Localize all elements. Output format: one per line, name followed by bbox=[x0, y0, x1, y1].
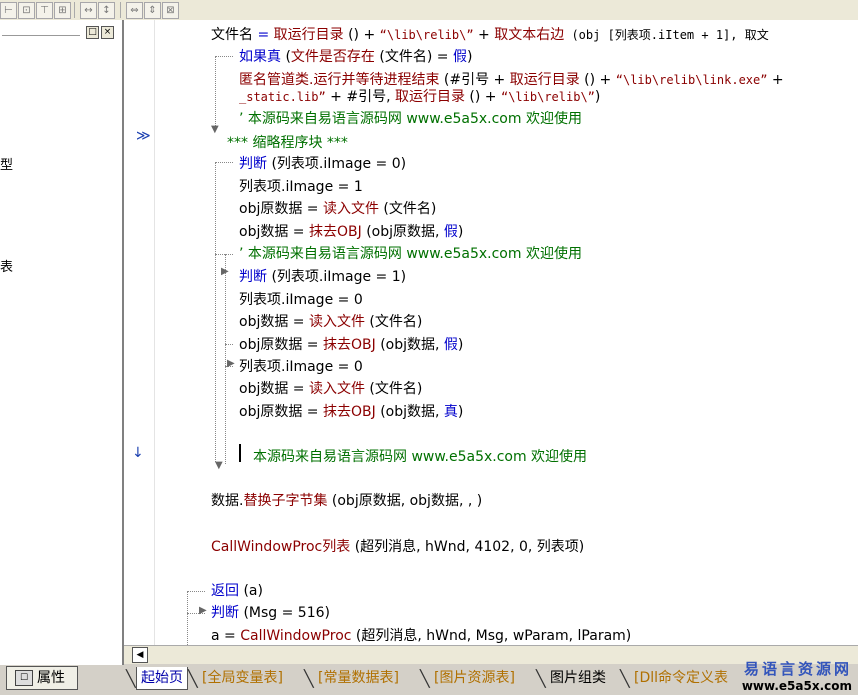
collapsed-block-line[interactable]: *** 缩略程序块 *** bbox=[227, 132, 348, 152]
code-line[interactable]: 列表项.iImage = 1 bbox=[239, 176, 363, 196]
tab-start-page[interactable]: 起始页 bbox=[136, 667, 188, 690]
code-line[interactable]: obj数据 = 读入文件 (文件名) bbox=[239, 378, 422, 398]
code-line[interactable]: 判断 (列表项.iImage = 1) bbox=[239, 266, 406, 286]
toolbar-separator bbox=[74, 2, 75, 18]
flow-end-arrow-icon: ▼ bbox=[215, 460, 223, 471]
flow-end-arrow-icon: ▼ bbox=[211, 124, 219, 135]
properties-icon: ☐ bbox=[15, 670, 33, 686]
tab-image-resources[interactable]: [图片资源表] bbox=[430, 667, 519, 689]
flow-guide bbox=[187, 591, 188, 645]
flow-guide bbox=[215, 254, 233, 255]
flow-branch-arrow-icon: ▶ bbox=[199, 605, 207, 616]
code-line[interactable]: 文件名 = 取运行目录 () + “\lib\relib\” + 取文本右边 (… bbox=[211, 24, 769, 44]
panel-grip[interactable] bbox=[2, 30, 80, 36]
same-height-icon[interactable]: ⇕ bbox=[144, 2, 161, 19]
watermark-url: www.e5a5x.com bbox=[741, 679, 852, 693]
comment-line[interactable]: ’ 本源码来自易语言源码网 www.e5a5x.com 欢迎使用 bbox=[239, 108, 582, 128]
tab-dll-commands[interactable]: [Dll命令定义表 bbox=[630, 667, 732, 689]
space-vertical-icon[interactable]: ↕ bbox=[98, 2, 115, 19]
flow-guide bbox=[187, 591, 205, 592]
tab-divider: ╲ bbox=[126, 669, 136, 688]
code-line[interactable]: obj数据 = 读入文件 (文件名) bbox=[239, 311, 422, 331]
tab-divider: ╲ bbox=[304, 669, 314, 688]
tree-item-fragment[interactable]: 表 bbox=[0, 256, 13, 275]
flow-branch-arrow-icon: ▶ bbox=[221, 266, 229, 277]
text-cursor bbox=[239, 444, 241, 462]
tab-divider: ╲ bbox=[188, 669, 198, 688]
toolbar-separator bbox=[120, 2, 121, 18]
watermark-title: 易语言资源网 bbox=[743, 660, 852, 678]
current-line-marker-icon: ≫ bbox=[136, 128, 151, 144]
align-center-icon[interactable]: ⊡ bbox=[18, 2, 35, 19]
scroll-left-icon[interactable]: ◀ bbox=[132, 647, 148, 663]
code-line[interactable]: 返回 (a) bbox=[211, 580, 263, 600]
site-watermark: 易语言资源网 www.e5a5x.com bbox=[742, 658, 852, 693]
tab-global-variables[interactable]: [全局变量表] bbox=[198, 667, 287, 689]
align-middle-icon[interactable]: ⊞ bbox=[54, 2, 71, 19]
space-horizontal-icon[interactable]: ↔ bbox=[80, 2, 97, 19]
tab-divider: ╲ bbox=[536, 669, 546, 688]
same-width-icon[interactable]: ⇔ bbox=[126, 2, 143, 19]
code-line[interactable]: a = CallWindowProc (超列消息, hWnd, Msg, wPa… bbox=[211, 625, 631, 645]
tree-item-fragment[interactable]: 型 bbox=[0, 154, 13, 173]
align-left-icon[interactable]: ⊢ bbox=[0, 2, 17, 19]
code-line[interactable]: obj数据 = 抹去OBJ (obj原数据, 假) bbox=[239, 221, 463, 241]
editor-gutter[interactable]: ≫ ↓ bbox=[124, 20, 155, 645]
code-line[interactable]: obj原数据 = 抹去OBJ (obj数据, 真) bbox=[239, 401, 463, 421]
flow-guide bbox=[225, 254, 226, 464]
flow-guide bbox=[215, 162, 216, 462]
flow-guide bbox=[225, 344, 233, 345]
code-line[interactable]: 判断 (列表项.iImage = 0) bbox=[239, 153, 406, 173]
properties-label: 属性 bbox=[37, 670, 65, 686]
align-top-icon[interactable]: ⊤ bbox=[36, 2, 53, 19]
properties-tab[interactable]: ☐ 属性 bbox=[6, 666, 78, 690]
code-editor[interactable]: ▼ ▶ ▶ ▼ ▶ 文件名 = 取运行目录 () + “\lib\relib\”… bbox=[155, 20, 858, 645]
code-line[interactable]: _static.lib” + #引号, 取运行目录 () + “\lib\rel… bbox=[239, 86, 600, 106]
comment-line[interactable]: 本源码来自易语言源码网 www.e5a5x.com 欢迎使用 bbox=[253, 446, 587, 466]
code-line[interactable]: obj原数据 = 读入文件 (文件名) bbox=[239, 198, 436, 218]
comment-line[interactable]: ’ 本源码来自易语言源码网 www.e5a5x.com 欢迎使用 bbox=[239, 243, 582, 263]
close-icon[interactable]: × bbox=[101, 26, 114, 39]
code-line[interactable]: 列表项.iImage = 0 bbox=[239, 289, 363, 309]
same-size-icon[interactable]: ⊠ bbox=[162, 2, 179, 19]
tab-image-group-class[interactable]: 图片组类 bbox=[546, 667, 610, 689]
tab-divider: ╲ bbox=[620, 669, 630, 688]
code-line[interactable]: obj原数据 = 抹去OBJ (obj数据, 假) bbox=[239, 334, 463, 354]
code-line[interactable]: 判断 (Msg = 516) bbox=[211, 602, 330, 622]
code-line[interactable]: 列表项.iImage = 0 bbox=[239, 356, 363, 376]
panel-header: □ × bbox=[0, 24, 120, 40]
tab-divider: ╲ bbox=[420, 669, 430, 688]
alignment-toolbar: ⊢ ⊡ ⊤ ⊞ ↔ ↕ ⇔ ⇕ ⊠ bbox=[0, 0, 858, 21]
flow-guide bbox=[215, 162, 233, 163]
left-panel: □ × 型 表 bbox=[0, 20, 124, 665]
down-arrow-icon: ↓ bbox=[132, 445, 144, 461]
code-line[interactable]: CallWindowProc列表 (超列消息, hWnd, 4102, 0, 列… bbox=[211, 536, 584, 556]
flow-guide bbox=[215, 56, 233, 57]
restore-icon[interactable]: □ bbox=[86, 26, 99, 39]
code-line[interactable]: 如果真 (文件是否存在 (文件名) = 假) bbox=[239, 46, 472, 66]
code-line[interactable]: 数据.替换子字节集 (obj原数据, obj数据, , ) bbox=[211, 490, 482, 510]
tab-constants[interactable]: [常量数据表] bbox=[314, 667, 403, 689]
flow-branch-arrow-icon: ▶ bbox=[227, 358, 235, 369]
flow-guide bbox=[215, 56, 216, 128]
